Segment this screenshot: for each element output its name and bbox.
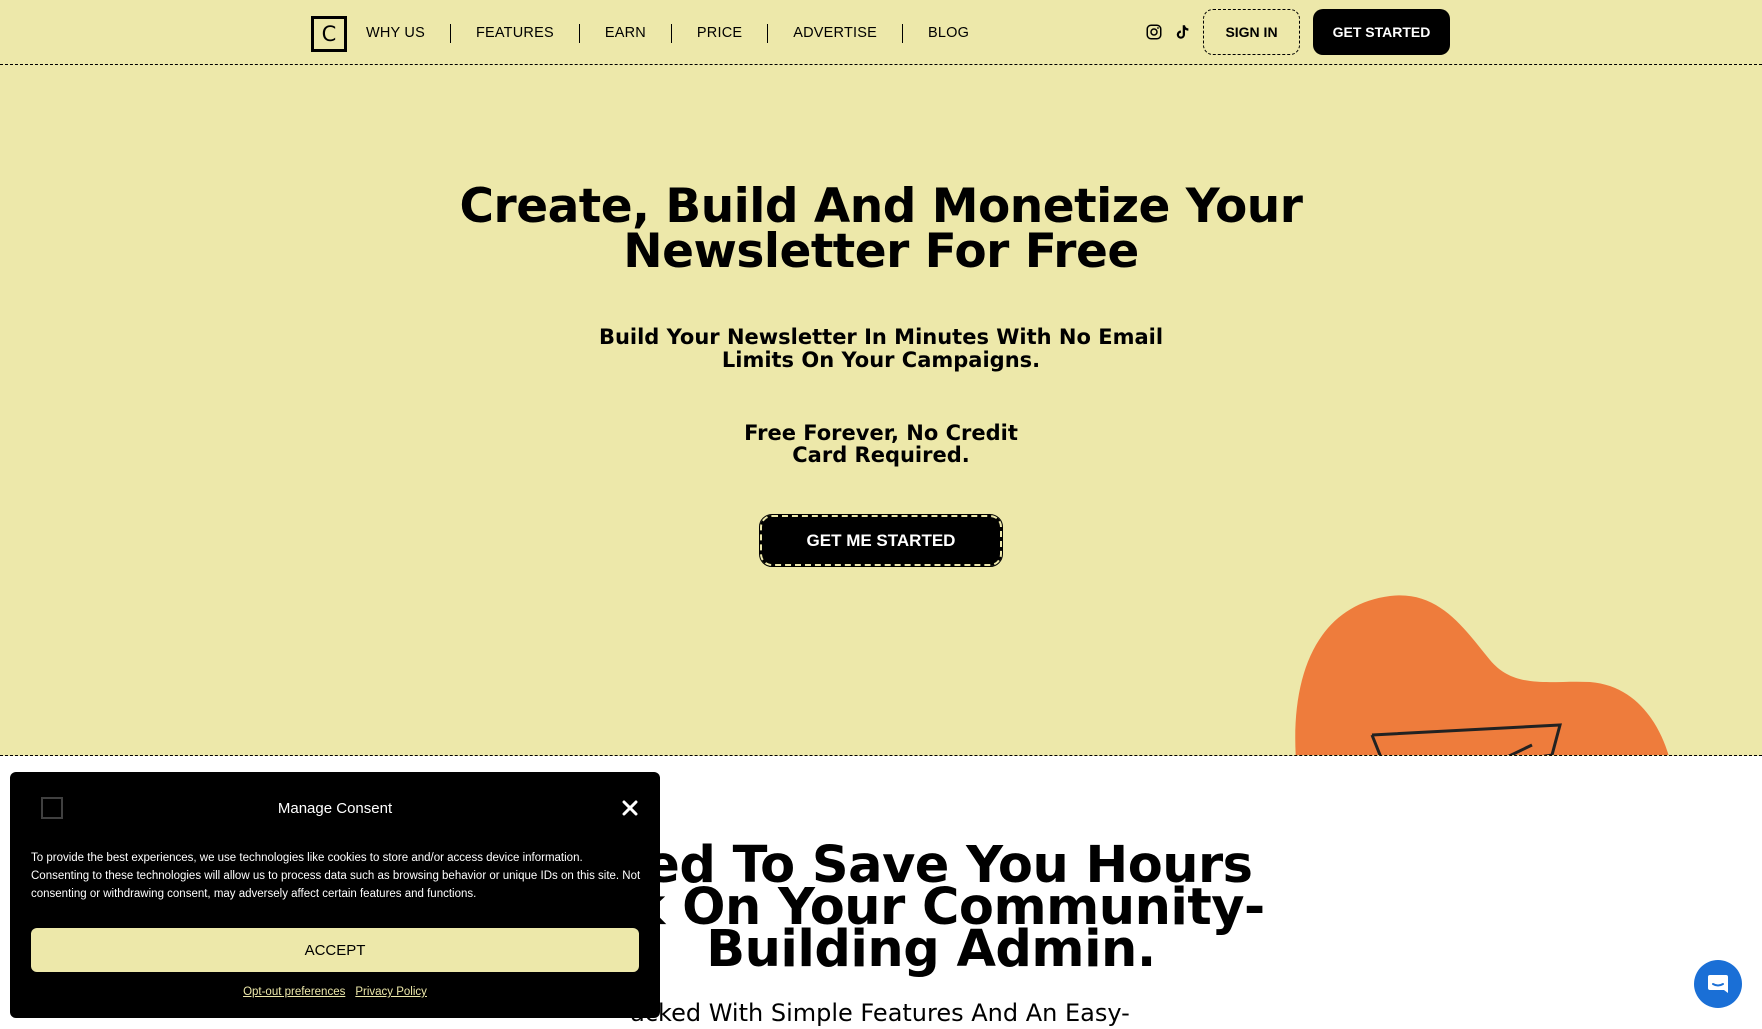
consent-title: Manage Consent [277,800,393,817]
hero-section: C WHY US FEATURES EARN PRICE ADVERTISE B… [0,0,1762,756]
nav-item-advertise[interactable]: ADVERTISE [793,25,877,41]
menu-divider [670,23,672,43]
site-logo[interactable]: C [311,16,347,52]
orange-blob-illustration [1295,595,1669,755]
get-started-button[interactable]: GET STARTED [1313,9,1450,55]
consent-dialog: Manage Consent To provide the best exper… [10,772,660,1018]
hero-subtitle: Build Your Newsletter In Minutes With No… [598,325,1164,372]
close-icon[interactable] [620,798,640,818]
sign-in-button[interactable]: SIGN IN [1203,9,1300,55]
menu-divider [901,23,903,43]
nav-item-why-us[interactable]: WHY US [366,25,425,41]
privacy-policy-link[interactable]: Privacy Policy [355,986,427,998]
menu-divider [449,23,451,43]
accept-button[interactable]: ACCEPT [31,928,639,972]
get-me-started-button[interactable]: GET ME STARTED [759,514,1003,567]
features-subheading: acked With Simple Features And An Easy- [630,999,1130,1027]
hero-note: Free Forever, No Credit Card Required. [744,421,1018,467]
features-heading: ned To Save You Hours ek On Your Communi… [597,836,1265,979]
nav-item-features[interactable]: FEATURES [476,25,554,41]
hero-title: Create, Build And Monetize Your Newslett… [459,179,1303,279]
consent-description: To provide the best experiences, we use … [31,852,641,900]
nav-item-earn[interactable]: EARN [605,25,646,41]
top-navigation: C WHY US FEATURES EARN PRICE ADVERTISE B… [0,0,1762,65]
chat-launcher-button[interactable] [1694,960,1742,1008]
tiktok-icon[interactable] [1173,23,1191,41]
nav-item-price[interactable]: PRICE [697,25,742,41]
menu-divider [767,23,769,43]
instagram-icon[interactable] [1145,23,1163,41]
consent-links: Opt-out preferences Privacy Policy [10,986,660,998]
nav-item-blog[interactable]: BLOG [928,25,969,41]
chat-bubble-icon [1708,975,1728,993]
main-menu: WHY US FEATURES EARN PRICE ADVERTISE BLO… [366,20,969,46]
opt-out-preferences-link[interactable]: Opt-out preferences [243,986,345,998]
menu-divider [578,23,580,43]
